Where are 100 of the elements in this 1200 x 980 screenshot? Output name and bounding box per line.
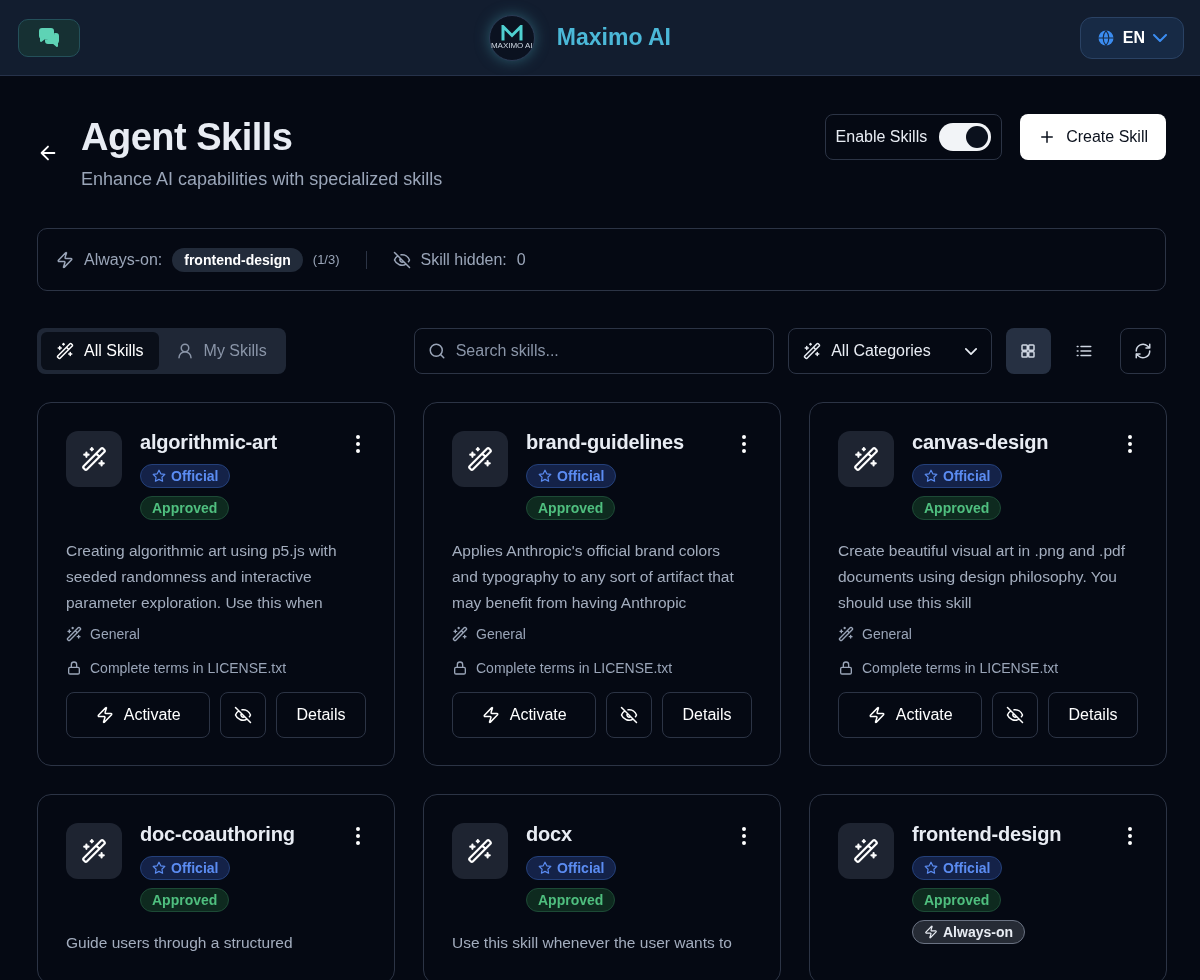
refresh-button[interactable] <box>1120 328 1166 374</box>
chat-bubbles-icon <box>37 25 61 50</box>
skill-description: Use this skill whenever the user wants to <box>452 933 733 953</box>
hide-button[interactable] <box>992 692 1038 738</box>
skill-description: Creating algorithmic art using p5.js with seeded randomness and interactive parameter exploration. Use this when <box>66 541 338 613</box>
page-title: Agent Skills <box>81 116 294 159</box>
skill-name: frontend-design <box>912 823 1062 846</box>
skill-description: Create beautiful visual art in .png and .pdf documents using design philosophy. You should use this skill <box>838 541 1126 613</box>
star-icon <box>924 469 938 483</box>
brand-name: Maximo AI <box>556 24 671 51</box>
magic-wand-icon <box>452 626 468 642</box>
magic-wand-icon <box>81 446 107 472</box>
activate-button[interactable]: Activate <box>66 692 211 738</box>
approved-badge: Approved <box>140 888 230 912</box>
magic-wand-icon <box>56 342 74 360</box>
search-icon <box>427 342 446 360</box>
chat-button[interactable] <box>18 18 80 57</box>
skill-name: algorithmic-art <box>140 431 278 454</box>
category-dropdown[interactable]: All Categories <box>788 328 992 374</box>
more-vertical-icon <box>1128 435 1132 453</box>
approved-badge: Approved <box>140 496 230 520</box>
lightning-icon <box>867 706 886 724</box>
skill-license: Complete terms in LICENSE.txt <box>862 660 1059 676</box>
lightning-icon <box>56 250 74 269</box>
hidden-count: 0 <box>516 250 526 269</box>
skill-name: brand-guidelines <box>526 431 684 454</box>
logo-text: MAXIMO AI <box>490 42 533 50</box>
magic-wand-icon <box>66 626 82 642</box>
official-badge: Official <box>140 856 231 880</box>
magic-wand-icon <box>467 446 493 472</box>
enable-skills-toggle[interactable] <box>939 123 992 151</box>
more-vertical-icon <box>1128 827 1132 845</box>
skill-name: canvas-design <box>912 431 1049 454</box>
official-badge: Official <box>912 856 1003 880</box>
star-icon <box>538 861 552 875</box>
skill-category: General <box>862 626 912 642</box>
page-subtitle: Enhance AI capabilities with specialized skills <box>81 169 443 190</box>
lock-icon <box>66 660 82 676</box>
user-icon <box>175 342 194 360</box>
skill-license: Complete terms in LICENSE.txt <box>476 660 673 676</box>
lock-icon <box>452 660 468 676</box>
hide-button[interactable] <box>220 692 266 738</box>
skill-name: docx <box>526 823 572 846</box>
details-button[interactable]: Details <box>661 692 752 738</box>
more-vertical-icon <box>356 435 360 453</box>
magic-wand-icon <box>81 838 107 864</box>
lightning-icon <box>95 706 114 724</box>
approved-badge: Approved <box>912 888 1002 912</box>
skill-license: Complete terms in LICENSE.txt <box>90 660 287 676</box>
enable-skills-label: Enable Skills <box>835 128 928 146</box>
activate-button[interactable]: Activate <box>452 692 597 738</box>
official-badge: Official <box>140 464 231 488</box>
skills-tab[interactable]: All Skills <box>41 332 159 370</box>
magic-wand-icon <box>853 446 879 472</box>
always-on-skill-chip: frontend-design <box>172 247 303 272</box>
search-field[interactable]: Search skills... <box>413 328 775 374</box>
eye-off-icon <box>1006 706 1025 724</box>
magic-wand-icon <box>803 342 822 360</box>
approved-badge: Approved <box>912 496 1002 520</box>
star-icon <box>152 469 166 483</box>
hide-button[interactable] <box>606 692 652 738</box>
eye-off-icon <box>392 250 411 269</box>
skill-category: General <box>90 626 140 642</box>
always-on-label: Always-on: <box>84 250 163 269</box>
details-button[interactable]: Details <box>1047 692 1138 738</box>
star-icon <box>924 861 938 875</box>
lightning-icon <box>924 925 938 939</box>
skill-name: doc-coauthoring <box>140 823 295 846</box>
details-button[interactable]: Details <box>275 692 366 738</box>
skill-description: Guide users through a structured <box>66 933 294 953</box>
eye-off-icon <box>620 706 639 724</box>
magic-wand-icon <box>838 626 854 642</box>
approved-badge: Approved <box>526 888 616 912</box>
globe-icon <box>1096 28 1115 47</box>
m-logo-icon <box>500 25 523 42</box>
star-icon <box>152 861 166 875</box>
skill-category: General <box>476 626 526 642</box>
always-on-count: (1/3) <box>312 252 340 267</box>
skill-description: Applies Anthropic's official brand colors and typography to any sort of artifact that may benefit from having Anthropic <box>452 541 735 613</box>
lock-icon <box>838 660 854 676</box>
more-vertical-icon <box>742 827 746 845</box>
language-selector[interactable]: EN <box>1079 16 1184 59</box>
magic-wand-icon <box>853 838 879 864</box>
hidden-label: Skill hidden: <box>420 250 507 269</box>
more-vertical-icon <box>742 435 746 453</box>
chevron-down-icon <box>1153 33 1167 42</box>
refresh-icon <box>1134 342 1153 360</box>
chevron-down-icon <box>964 347 977 355</box>
star-icon <box>538 469 552 483</box>
more-vertical-icon <box>356 827 360 845</box>
skills-tab[interactable]: My Skills <box>160 332 282 370</box>
approved-badge: Approved <box>526 496 616 520</box>
lightning-icon <box>481 706 500 724</box>
eye-off-icon <box>234 706 253 724</box>
create-skill-button[interactable]: Create Skill <box>1020 114 1166 160</box>
grid-view-button[interactable] <box>1005 328 1051 374</box>
grid-icon <box>1019 342 1038 360</box>
activate-button[interactable]: Activate <box>838 692 983 738</box>
official-badge: Official <box>526 464 617 488</box>
magic-wand-icon <box>467 838 493 864</box>
